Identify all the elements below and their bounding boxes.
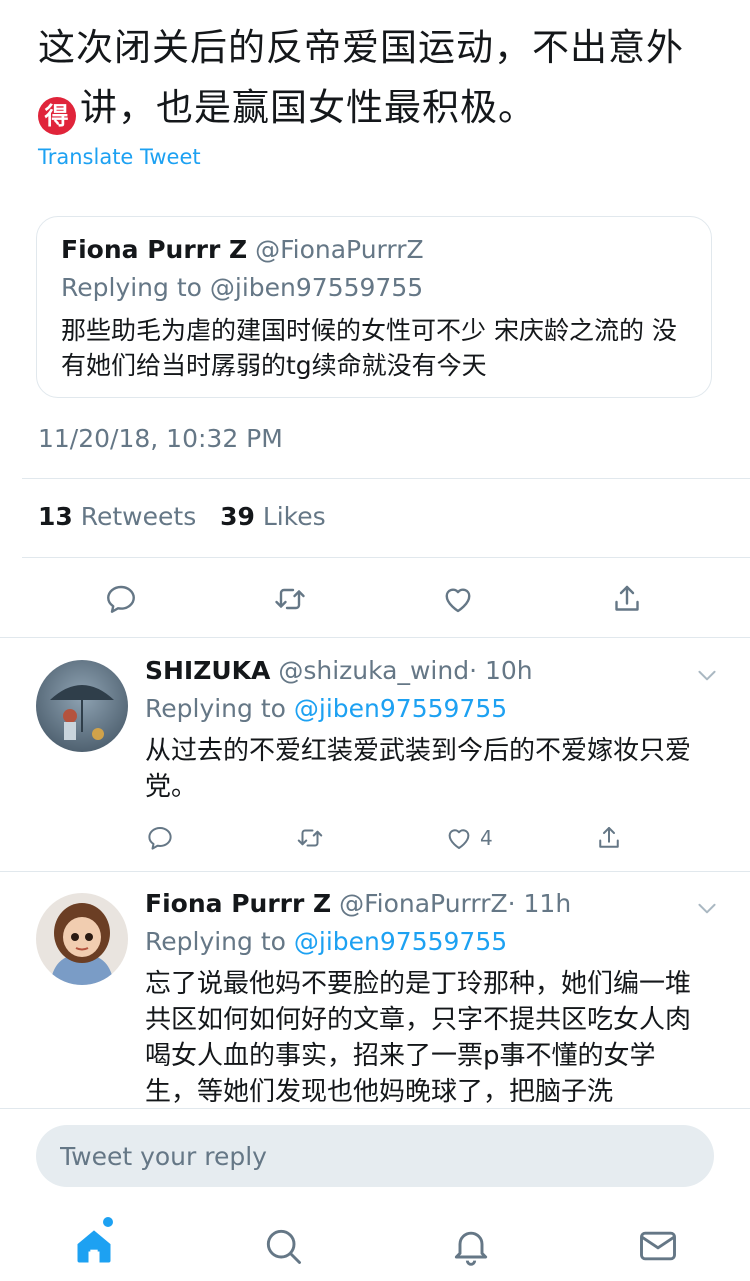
chevron-down-icon <box>698 670 716 681</box>
reply-author-handle: @FionaPurrrZ <box>339 889 508 918</box>
tweet-reply-input[interactable] <box>36 1125 714 1187</box>
reply-text: 忘了说最他妈不要脸的是丁玲那种，她们编一堆共区如何如何好的文章，只字不提共区吃女… <box>145 969 692 1107</box>
reply-button[interactable] <box>145 823 175 853</box>
reply-time: · 11h <box>507 889 572 918</box>
avatar-image <box>36 660 128 752</box>
divider <box>0 637 750 638</box>
translate-tweet-link[interactable]: Translate Tweet <box>38 145 201 169</box>
retweet-icon <box>297 829 323 847</box>
replying-handle-link[interactable]: @jiben97559755 <box>294 927 507 956</box>
reply-replying-to: Replying to @jiben97559755 <box>145 694 508 723</box>
divider <box>22 557 750 558</box>
retweet-button[interactable] <box>295 823 325 853</box>
share-icon <box>615 585 639 611</box>
reply-icon <box>148 827 172 850</box>
retweets-stat[interactable]: 13 Retweets <box>38 502 196 531</box>
like-button[interactable] <box>436 577 480 621</box>
messages-icon <box>640 1231 676 1261</box>
quoted-tweet[interactable]: Fiona Purrr Z @FionaPurrrZ Replying to @… <box>36 216 712 398</box>
quoted-author: Fiona Purrr Z @FionaPurrrZ <box>61 235 424 264</box>
tweet-text: 这次闭关后的反帝爱国运动，不出意外 得讲，也是赢国女性最积极。 <box>38 18 728 138</box>
tab-notifications[interactable] <box>443 1218 499 1274</box>
retweet-button[interactable] <box>268 577 312 621</box>
tab-messages[interactable] <box>630 1218 686 1274</box>
replying-handle-link[interactable]: @jiben97559755 <box>294 694 507 723</box>
tweet-text-line-2: 讲，也是赢国女性最积极。 <box>80 86 536 129</box>
reply-author-name: Fiona Purrr Z <box>145 889 332 918</box>
avatar-image <box>36 893 128 985</box>
new-content-dot <box>103 1217 113 1227</box>
reply-author[interactable]: SHIZUKA @shizuka_wind· 10h <box>145 656 533 685</box>
reply-text: 从过去的不爱红装爱武装到今后的不爱嫁妆只爱党。 <box>145 736 692 802</box>
reply-author[interactable]: Fiona Purrr Z @FionaPurrrZ· 11h <box>145 889 571 918</box>
quoted-replying-handle: @jiben97559755 <box>209 273 424 302</box>
reply-icon <box>107 585 135 613</box>
more-options-button[interactable] <box>694 662 720 688</box>
reply-author-name: SHIZUKA <box>145 656 271 685</box>
tab-search[interactable] <box>255 1218 311 1274</box>
reply-button[interactable] <box>99 577 143 621</box>
tab-home[interactable] <box>66 1218 122 1274</box>
notifications-icon <box>454 1231 488 1266</box>
share-icon <box>599 827 619 848</box>
quoted-author-handle: @FionaPurrrZ <box>255 235 424 264</box>
avatar[interactable] <box>36 893 128 985</box>
quoted-tweet-text: 那些助毛为虐的建国时候的女性可不少 宋庆龄之流的 没有她们给当时孱弱的tg续命就… <box>61 316 677 380</box>
reply-replying-to: Replying to @jiben97559755 <box>145 927 508 956</box>
tweet-timestamp: 11/20/18, 10:32 PM <box>38 424 283 453</box>
quoted-replying-to: Replying to @jiben97559755 <box>61 273 424 302</box>
like-icon <box>448 829 470 849</box>
home-icon <box>77 1230 111 1263</box>
like-button[interactable]: 4 <box>444 823 493 853</box>
reply-time: · 10h <box>469 656 533 685</box>
like-count: 4 <box>480 826 493 850</box>
engagement-counts: 13 Retweets 39 Likes <box>38 502 326 531</box>
retweet-icon <box>275 588 305 610</box>
divider <box>22 478 750 479</box>
chevron-down-icon <box>698 903 716 914</box>
avatar[interactable] <box>36 660 128 752</box>
more-options-button[interactable] <box>694 895 720 921</box>
search-icon <box>266 1229 301 1264</box>
divider <box>0 871 750 872</box>
quoted-author-name: Fiona Purrr Z <box>61 235 248 264</box>
de-emoji-icon: 得 <box>38 97 76 135</box>
share-button[interactable] <box>594 823 624 853</box>
like-icon <box>445 588 471 613</box>
share-button[interactable] <box>605 577 649 621</box>
tweet-text-line-1: 这次闭关后的反帝爱国运动，不出意外 <box>38 26 684 69</box>
reply-author-handle: @shizuka_wind <box>278 656 470 685</box>
likes-stat[interactable]: 39 Likes <box>220 502 326 531</box>
